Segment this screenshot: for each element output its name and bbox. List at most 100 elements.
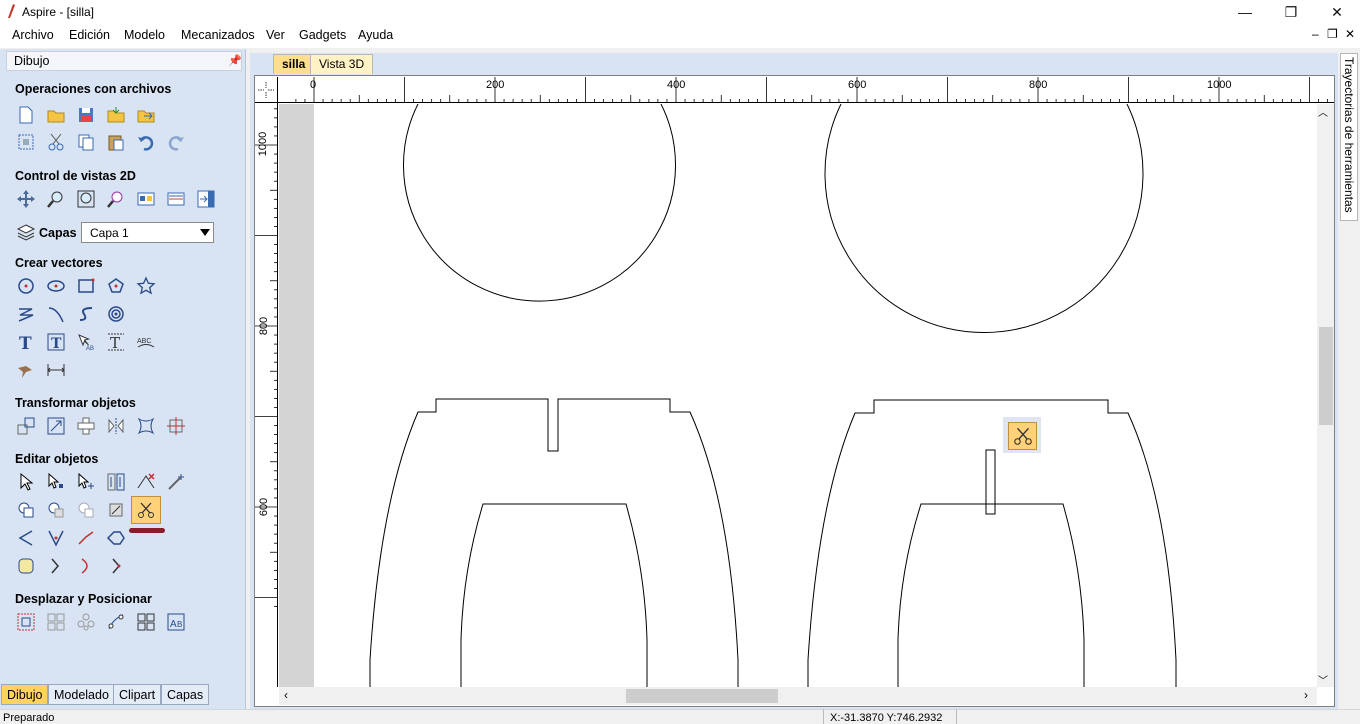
zoom-extents-icon[interactable]	[75, 188, 97, 210]
toolpaths-side-tab-label: Trayectorias de herramientas	[1342, 57, 1356, 213]
tab-capas[interactable]: Capas	[161, 684, 210, 705]
draw-spline-icon[interactable]	[75, 303, 97, 325]
join-icon[interactable]	[75, 527, 97, 549]
mdi-minimize-button[interactable]: –	[1312, 27, 1319, 41]
pan-icon[interactable]	[15, 188, 37, 210]
view-fit-icon[interactable]	[195, 188, 217, 210]
view-layout-icon[interactable]	[135, 188, 157, 210]
draw-rectangle-icon[interactable]	[75, 275, 97, 297]
mirror-icon[interactable]	[105, 415, 127, 437]
tab-silla[interactable]: silla	[273, 54, 315, 74]
draw-circle-icon[interactable]	[15, 275, 37, 297]
vertical-ruler-ticks	[255, 108, 278, 607]
minimize-button[interactable]: —	[1222, 0, 1268, 24]
tab-modelado[interactable]: Modelado	[48, 684, 115, 705]
draw-polyline-icon[interactable]	[15, 303, 37, 325]
offset-icon[interactable]	[15, 555, 37, 577]
text-on-curve-icon[interactable]: AB	[75, 331, 97, 353]
subtract-icon[interactable]	[45, 499, 67, 521]
nesting-icon[interactable]	[135, 611, 157, 633]
trim-curve-icon[interactable]	[75, 555, 97, 577]
bird-vector-icon[interactable]	[15, 359, 37, 381]
arc-text-icon[interactable]: ABC	[135, 331, 157, 353]
scroll-left-icon[interactable]: ‹	[284, 688, 288, 702]
draw-text-icon[interactable]: T	[15, 331, 37, 353]
draw-spiral-icon[interactable]	[105, 303, 127, 325]
export-icon[interactable]	[135, 104, 157, 126]
tab-clipart[interactable]: Clipart	[113, 684, 162, 705]
draw-ellipse-icon[interactable]	[45, 275, 67, 297]
draw-polygon-icon[interactable]	[105, 275, 127, 297]
wand-icon[interactable]	[165, 471, 187, 493]
undo-icon[interactable]	[135, 131, 157, 153]
weld-icon[interactable]	[15, 499, 37, 521]
tab-vista-3d[interactable]: Vista 3D	[310, 54, 374, 74]
scroll-right-icon[interactable]: ›	[1304, 688, 1308, 702]
tab-dibujo[interactable]: Dibujo	[1, 684, 49, 705]
zoom-icon[interactable]	[45, 188, 67, 210]
import-icon[interactable]	[105, 104, 127, 126]
node-edit-icon[interactable]	[45, 471, 67, 493]
menu-modelo[interactable]: Modelo	[124, 28, 165, 42]
copy-icon[interactable]	[75, 131, 97, 153]
pin-icon[interactable]: 📌	[228, 54, 242, 67]
horizontal-scroll-thumb[interactable]	[626, 689, 778, 703]
draw-star-icon[interactable]	[135, 275, 157, 297]
menu-ver[interactable]: Ver	[266, 28, 285, 42]
vertical-scroll-thumb[interactable]	[1319, 327, 1333, 425]
ruler-label-800: 800	[1029, 79, 1048, 91]
cut-icon[interactable]	[45, 131, 67, 153]
scroll-down-icon[interactable]: ﹀	[1318, 672, 1328, 687]
interactive-select-icon[interactable]	[105, 471, 127, 493]
corner-icon[interactable]	[45, 527, 67, 549]
menu-edicion[interactable]: Edición	[69, 28, 110, 42]
drawing-canvas[interactable]	[279, 104, 1317, 687]
distort-icon[interactable]	[135, 415, 157, 437]
svg-text:ABC: ABC	[137, 338, 151, 345]
save-icon[interactable]	[75, 104, 97, 126]
zoom-selection-icon[interactable]	[105, 188, 127, 210]
scale-icon[interactable]	[45, 415, 67, 437]
text-edit-icon[interactable]: T	[105, 331, 127, 353]
circular-copy-icon[interactable]	[75, 611, 97, 633]
auto-nest-icon[interactable]: AB	[165, 611, 187, 633]
align-center-icon[interactable]	[165, 415, 187, 437]
mdi-close-button[interactable]: ✕	[1345, 27, 1355, 41]
copy-along-path-icon[interactable]	[105, 611, 127, 633]
close-button[interactable]: ✕	[1314, 0, 1360, 24]
scissors-icon[interactable]	[135, 499, 157, 521]
smooth-icon[interactable]	[15, 527, 37, 549]
rotate-icon[interactable]	[75, 415, 97, 437]
new-file-icon[interactable]	[15, 104, 37, 126]
vertical-ruler	[255, 103, 278, 687]
redo-icon[interactable]	[165, 131, 187, 153]
view-bitmap-icon[interactable]	[165, 188, 187, 210]
trim-vectors-icon[interactable]	[135, 471, 157, 493]
layer-select[interactable]: Capa 1	[81, 222, 214, 243]
select-arrow-icon[interactable]	[15, 471, 37, 493]
draw-curve-icon[interactable]	[45, 303, 67, 325]
dimension-icon[interactable]	[45, 359, 67, 381]
mdi-restore-button[interactable]: ❐	[1327, 27, 1338, 41]
array-copy-icon[interactable]	[45, 611, 67, 633]
close-vector-icon[interactable]	[105, 527, 127, 549]
open-file-icon[interactable]	[45, 104, 67, 126]
menu-gadgets[interactable]: Gadgets	[299, 28, 346, 42]
move-icon[interactable]	[15, 415, 37, 437]
fillet-icon[interactable]	[105, 499, 127, 521]
menu-ayuda[interactable]: Ayuda	[358, 28, 393, 42]
maximize-button[interactable]: ❐	[1268, 0, 1314, 24]
node-bracket-icon[interactable]	[105, 555, 127, 577]
scroll-up-icon[interactable]: ︿	[1318, 104, 1328, 119]
auto-layout-text-icon[interactable]: T	[45, 331, 67, 353]
status-bar	[0, 709, 1360, 724]
horizontal-scrollbar[interactable]	[279, 687, 1317, 705]
menu-mecanizados[interactable]: Mecanizados	[181, 28, 255, 42]
select-all-icon[interactable]	[15, 131, 37, 153]
selection-box-icon[interactable]	[15, 611, 37, 633]
transform-select-icon[interactable]	[75, 471, 97, 493]
menu-archivo[interactable]: Archivo	[12, 28, 54, 42]
intersect-icon[interactable]	[75, 499, 97, 521]
extend-icon[interactable]	[45, 555, 67, 577]
paste-icon[interactable]	[105, 131, 127, 153]
